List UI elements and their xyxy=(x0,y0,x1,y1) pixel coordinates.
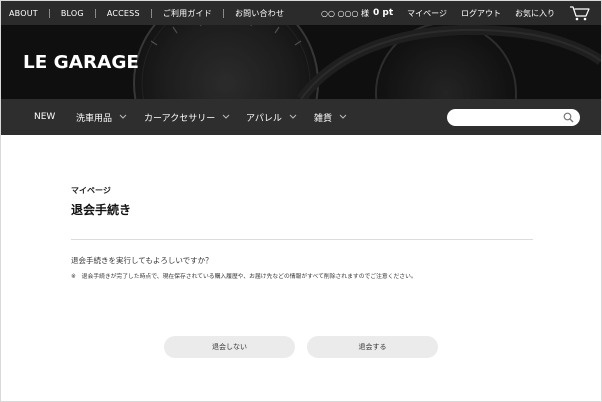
points-balance: 0 pt xyxy=(373,8,394,18)
confirm-withdrawal-button[interactable]: 退会する xyxy=(307,336,438,358)
search-icon[interactable] xyxy=(563,112,574,123)
chevron-down-icon xyxy=(339,114,347,119)
hero-banner: LE GARAGE xyxy=(1,25,601,99)
nav-item-car-wash[interactable]: 洗車用品 xyxy=(76,99,128,135)
confirm-question: 退会手続きを実行してもよろしいですか？ xyxy=(71,256,213,265)
page: ABOUT BLOG ACCESS ご利用ガイド お問い合わせ ○○ ○○○ 様… xyxy=(1,1,601,401)
nav-item-apparel[interactable]: アパレル xyxy=(246,99,298,135)
account-nav: ○○ ○○○ 様 0 pt マイページ ログアウト お気に入り xyxy=(321,1,591,25)
chevron-down-icon xyxy=(289,114,297,119)
nav-item-label: NEW xyxy=(34,112,56,122)
favorites-link[interactable]: お気に入り xyxy=(515,8,555,19)
chevron-down-icon xyxy=(119,114,127,119)
page-title: 退会手続き xyxy=(71,203,132,217)
mypage-link[interactable]: マイページ xyxy=(407,8,447,19)
breadcrumb[interactable]: マイページ xyxy=(71,185,111,196)
chevron-down-icon xyxy=(222,114,230,119)
user-name: ○○ ○○○ 様 xyxy=(321,8,370,18)
nav-item-label: アパレル xyxy=(246,113,282,124)
nav-item-label: カーアクセサリー xyxy=(144,113,216,124)
nav-item-label: 雑貨 xyxy=(314,113,333,124)
top-nav: ABOUT BLOG ACCESS ご利用ガイド お問い合わせ xyxy=(9,1,295,25)
top-link-guide[interactable]: ご利用ガイド xyxy=(152,8,223,19)
withdrawal-notice: ※ 退会手続きが完了した時点で、現在保存されている購入履歴や、お届け先などの情報… xyxy=(71,274,417,280)
top-link-about[interactable]: ABOUT xyxy=(9,9,49,18)
top-link-access[interactable]: ACCESS xyxy=(96,9,151,18)
cart-icon[interactable] xyxy=(569,5,591,21)
top-link-blog[interactable]: BLOG xyxy=(50,9,95,18)
divider xyxy=(71,239,533,240)
nav-item-goods[interactable]: 雑貨 xyxy=(314,99,348,135)
le-garage-logo[interactable]: LE GARAGE xyxy=(23,49,141,73)
nav-item-car-accessories[interactable]: カーアクセサリー xyxy=(144,99,231,135)
svg-text:LE GARAGE: LE GARAGE xyxy=(23,52,139,73)
logout-link[interactable]: ログアウト xyxy=(461,8,501,19)
top-bar: ABOUT BLOG ACCESS ご利用ガイド お問い合わせ ○○ ○○○ 様… xyxy=(1,1,601,25)
top-link-contact[interactable]: お問い合わせ xyxy=(224,8,295,19)
cancel-withdrawal-button[interactable]: 退会しない xyxy=(164,336,295,358)
search-input[interactable] xyxy=(447,109,580,126)
nav-item-new[interactable]: NEW xyxy=(34,99,55,135)
nav-item-label: 洗車用品 xyxy=(76,113,113,124)
